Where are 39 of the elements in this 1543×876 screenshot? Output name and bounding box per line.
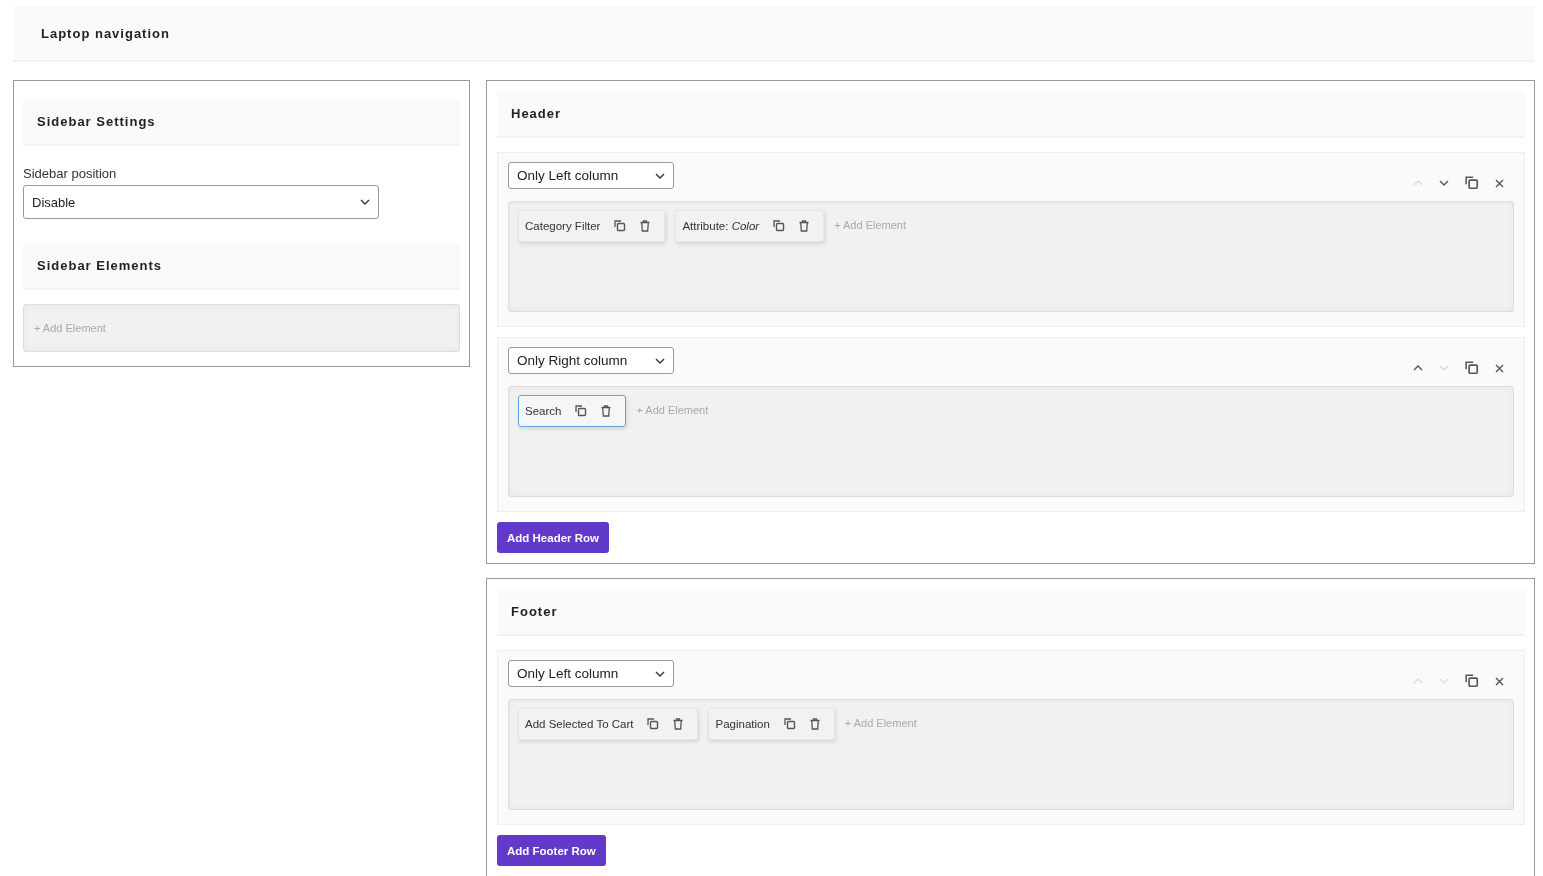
add-row-button[interactable]: Add Footer Row bbox=[497, 835, 606, 866]
element-chip[interactable]: Search bbox=[518, 395, 627, 427]
trash-icon[interactable] bbox=[640, 220, 651, 232]
section-heading: Sidebar Elements bbox=[23, 243, 460, 290]
move-up-icon[interactable] bbox=[1413, 365, 1423, 371]
close-icon[interactable] bbox=[1495, 676, 1504, 686]
copy-icon[interactable] bbox=[614, 220, 627, 232]
element-chip[interactable]: Attribute: Color bbox=[675, 210, 825, 242]
trash-icon[interactable] bbox=[673, 718, 684, 730]
add-row-button[interactable]: Add Header Row bbox=[497, 522, 609, 553]
copy-icon[interactable] bbox=[783, 718, 796, 730]
section-heading: Sidebar Settings bbox=[23, 99, 460, 146]
copy-icon[interactable] bbox=[773, 220, 786, 232]
field-label: Sidebar position bbox=[23, 166, 118, 181]
caret-icon bbox=[655, 670, 665, 677]
section-heading: Footer bbox=[497, 589, 1525, 636]
section-heading: Header bbox=[497, 91, 1525, 138]
trash-icon[interactable] bbox=[809, 718, 820, 730]
column-layout-select[interactable]: Only Right column bbox=[508, 347, 674, 374]
caret-icon bbox=[360, 199, 370, 205]
copy-icon[interactable] bbox=[1465, 674, 1479, 688]
column-layout-select[interactable]: Only Left column bbox=[508, 162, 674, 189]
copy-icon[interactable] bbox=[1465, 176, 1479, 190]
caret-icon bbox=[655, 357, 665, 364]
sidebar-position-select[interactable]: Disable bbox=[23, 185, 379, 219]
copy-icon[interactable] bbox=[1465, 361, 1479, 375]
trash-icon[interactable] bbox=[799, 220, 810, 232]
move-down-icon[interactable] bbox=[1439, 180, 1449, 186]
trash-icon[interactable] bbox=[601, 405, 612, 417]
close-icon[interactable] bbox=[1495, 178, 1504, 188]
page-title: Laptop navigation bbox=[13, 6, 1535, 62]
close-icon[interactable] bbox=[1495, 363, 1504, 373]
element-chip[interactable]: Pagination bbox=[708, 708, 835, 740]
copy-icon[interactable] bbox=[647, 718, 660, 730]
column-layout-select[interactable]: Only Left column bbox=[508, 660, 674, 687]
copy-icon[interactable] bbox=[575, 405, 588, 417]
element-chip[interactable]: Category Filter bbox=[518, 210, 666, 242]
caret-icon bbox=[655, 172, 665, 179]
element-chip[interactable]: Add Selected To Cart bbox=[518, 708, 699, 740]
